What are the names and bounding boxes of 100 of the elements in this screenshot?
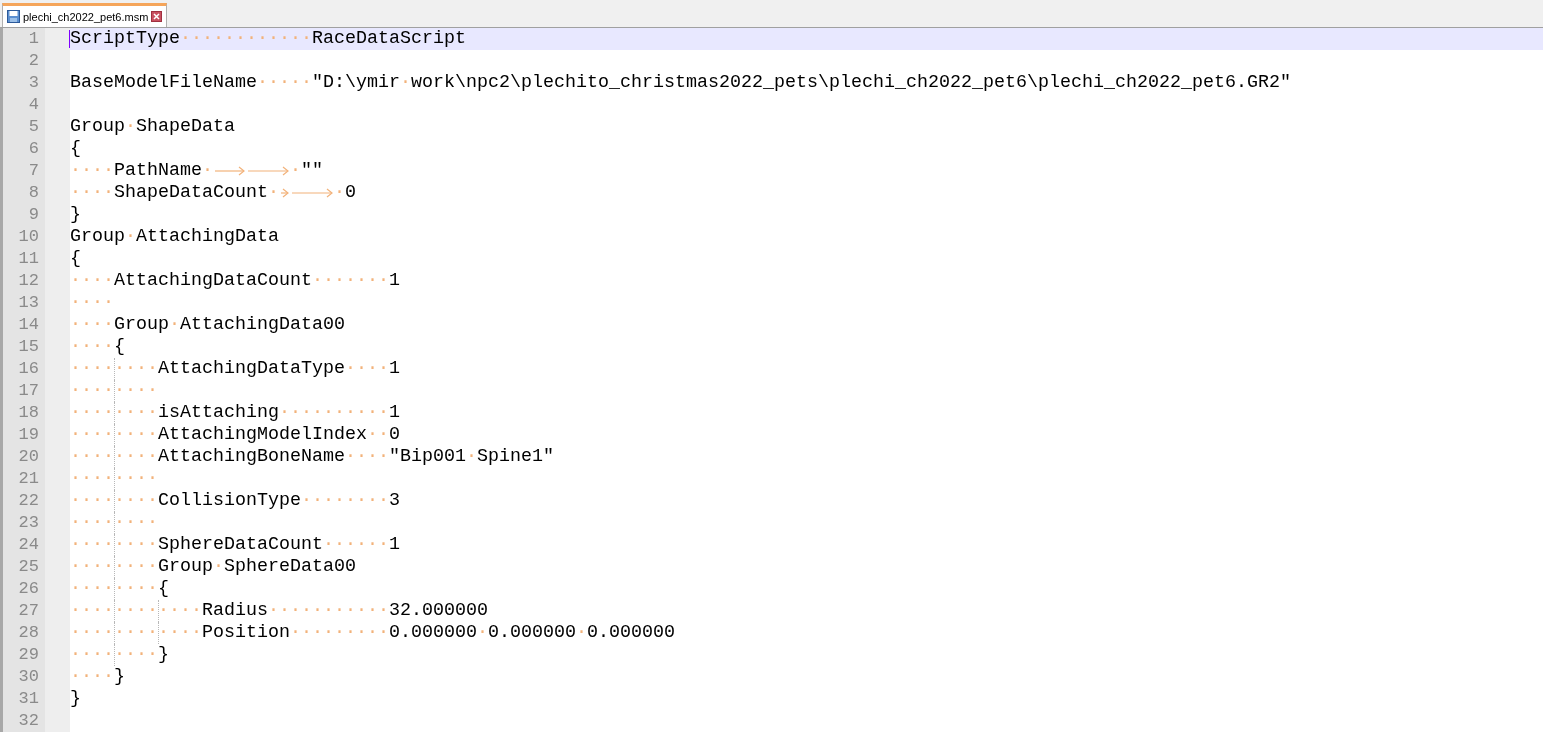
tab-arrow-icon [247,166,289,176]
code-token: { [158,578,169,600]
line-number: 12 [0,270,70,292]
code-token: Group [70,116,125,138]
whitespace-marker: ···· [345,446,389,468]
whitespace-marker: ········ [70,380,158,402]
whitespace-marker: ········ [70,512,158,534]
line-number: 20 [0,446,70,468]
code-token: 1 [389,534,400,556]
whitespace-marker: ········· [290,622,389,644]
line-number: 6 [0,138,70,160]
whitespace-marker: ············ [70,622,202,644]
line-number: 29 [0,644,70,666]
code-token: "Bip001 [389,446,466,468]
line-number: 16 [0,358,70,380]
whitespace-marker: ········ [70,556,158,578]
whitespace-marker: · [400,72,411,94]
code-token: AttachingDataCount [114,270,312,292]
line-number: 11 [0,248,70,270]
code-token: "D:\ymir [312,72,400,94]
line-number: 24 [0,534,70,556]
whitespace-marker: ······ [323,534,389,556]
code-token: "" [301,160,323,182]
code-token: { [114,336,125,358]
code-token: 0 [389,424,400,446]
code-token: 0.000000 [389,622,477,644]
code-token: } [158,644,169,666]
whitespace-marker: · [213,556,224,578]
code-token: 32.000000 [389,600,488,622]
tab-arrow-icon [280,188,289,198]
whitespace-marker: ···· [70,292,114,314]
code-token: work\npc2\plechito_christmas2022_pets\plechi_ch2022_pet6\plechi_ch2022_pet6.GR2" [411,72,1291,94]
code-token: 0.000000 [587,622,675,644]
line-number: 32 [0,710,70,732]
code-token: Spine1" [477,446,554,468]
code-token: { [70,138,81,160]
whitespace-marker: ········ [70,534,158,556]
line-number: 28 [0,622,70,644]
whitespace-marker: ··········· [268,600,389,622]
whitespace-marker: ········ [70,644,158,666]
whitespace-marker: ···· [70,666,114,688]
code-token: Group [70,226,125,248]
code-token: isAttaching [158,402,279,424]
whitespace-marker: ·· [367,424,389,446]
whitespace-marker: ········ [70,424,158,446]
code-token: PathName [114,160,202,182]
whitespace-marker: ···· [70,336,114,358]
line-number: 2 [0,50,70,72]
whitespace-marker: · [125,226,136,248]
whitespace-marker: · [466,446,477,468]
code-token: SphereDataCount [158,534,323,556]
whitespace-marker: · [125,116,136,138]
whitespace-marker: ········ [70,402,158,424]
line-number: 1 [0,28,70,50]
code-token: } [114,666,125,688]
line-number: 4 [0,94,70,116]
whitespace-marker: · [169,314,180,336]
whitespace-marker: ·········· [279,402,389,424]
whitespace-marker: ········ [70,446,158,468]
code-token: Group [114,314,169,336]
whitespace-marker: ········ [70,358,158,380]
line-number: 22 [0,490,70,512]
whitespace-marker: · [477,622,488,644]
whitespace-marker: ········ [301,490,389,512]
code-token: AttachingData00 [180,314,345,336]
code-token: 1 [389,402,400,424]
file-tab[interactable]: plechi_ch2022_pet6.msm [2,3,168,27]
line-number: 7 [0,160,70,182]
code-token: 0 [345,182,356,204]
whitespace-marker: ···· [345,358,389,380]
whitespace-marker: ···· [70,270,114,292]
code-token: AttachingDataType [158,358,345,380]
line-number: 13 [0,292,70,314]
line-number: 25 [0,556,70,578]
line-number: 27 [0,600,70,622]
whitespace-marker: ········ [70,490,158,512]
close-icon[interactable] [151,11,163,22]
code-token: } [70,204,81,226]
code-token: AttachingData [136,226,279,248]
whitespace-marker: · [202,160,213,182]
line-number: 15 [0,336,70,358]
code-token: 0.000000 [488,622,576,644]
line-number: 14 [0,314,70,336]
whitespace-marker: ····· [257,72,312,94]
tab-arrow-icon [214,166,245,176]
line-number: 31 [0,688,70,710]
code-token: 1 [389,358,400,380]
whitespace-marker: ········ [70,468,158,490]
line-number: 8 [0,182,70,204]
code-token: { [70,248,81,270]
whitespace-marker: ···· [70,160,114,182]
line-number: 30 [0,666,70,688]
whitespace-marker: · [334,182,345,204]
whitespace-marker: ············ [180,28,312,50]
code-token: ScriptType [70,28,180,50]
whitespace-marker: ······· [312,270,389,292]
code-token: Radius [202,600,268,622]
save-icon [7,10,20,23]
whitespace-marker: ···· [70,182,114,204]
whitespace-marker: · [290,160,301,182]
